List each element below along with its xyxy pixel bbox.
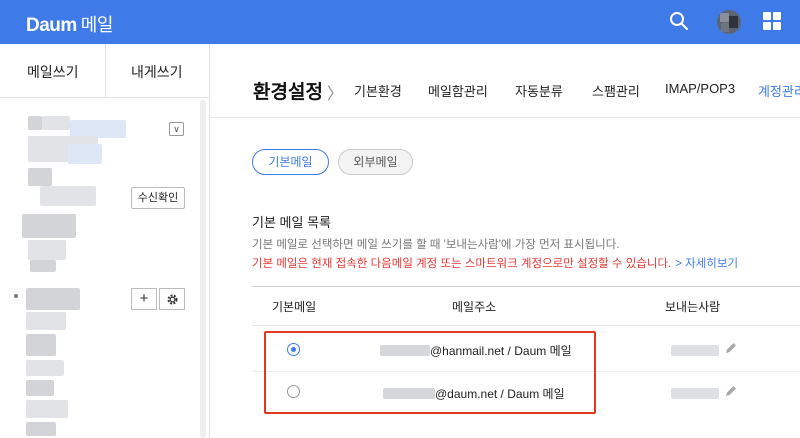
logo-service: 메일 <box>80 15 114 35</box>
compose-row: 메일쓰기 내게쓰기 <box>0 44 210 98</box>
tab-spam-management[interactable]: 스팸관리 <box>592 81 640 100</box>
add-folder-button[interactable]: + <box>131 288 157 310</box>
account-chevron-down-icon[interactable]: ∨ <box>169 122 184 136</box>
logo-text: Daum <box>26 15 77 36</box>
nav-divider <box>211 117 800 118</box>
warning-text: 기본 메일은 현재 접속한 다음메일 계정 또는 스마트워크 계정으로만 설정할… <box>252 258 672 270</box>
page-title: 환경설정 <box>253 82 323 103</box>
more-info-link[interactable]: > 자세히보기 <box>675 258 738 270</box>
apps-grid-icon[interactable] <box>763 12 781 30</box>
column-header-address: 메일주소 <box>452 300 497 314</box>
folder-settings-button[interactable] <box>159 288 185 310</box>
tab-basic-mail[interactable]: 기본메일 <box>252 149 329 175</box>
tab-external-mail[interactable]: 외부메일 <box>338 149 413 175</box>
pencil-icon[interactable] <box>724 384 738 398</box>
highlight-box <box>264 331 596 414</box>
section-description: 기본 메일로 선택하면 메일 쓰기를 할 때 '보내는사람'에 가장 먼저 표시… <box>252 239 620 251</box>
compose-button[interactable]: 메일쓰기 <box>27 62 79 82</box>
blurred-sender-name-2 <box>671 388 719 399</box>
gear-icon <box>166 294 178 305</box>
tab-mailbox-management[interactable]: 메일함관리 <box>428 81 488 100</box>
write-to-me-button[interactable]: 내게쓰기 <box>131 62 183 82</box>
breadcrumb-chevron-icon: 〉 <box>327 86 344 103</box>
column-header-sender: 보내는사람 <box>665 300 721 314</box>
tab-imap-pop3[interactable]: IMAP/POP3 <box>665 81 735 96</box>
compose-divider <box>105 44 106 98</box>
section-title: 기본 메일 목록 <box>252 215 331 230</box>
blurred-sender-name-1 <box>671 345 719 356</box>
tab-basic-settings[interactable]: 기본환경 <box>354 81 402 100</box>
search-icon[interactable] <box>669 11 689 31</box>
pencil-icon[interactable] <box>724 341 738 355</box>
sidebar-scrollbar[interactable] <box>200 100 206 438</box>
table-top-border <box>252 286 800 287</box>
section-warning: 기본 메일은 현재 접속한 다음메일 계정 또는 스마트워크 계정으로만 설정할… <box>252 255 738 271</box>
column-header-default: 기본메일 <box>272 300 317 314</box>
settings-main: 환경설정 〉 기본환경 메일함관리 자동분류 스팸관리 IMAP/POP3 계정… <box>211 44 800 438</box>
sidebar: 메일쓰기 내게쓰기 ∨ 수신확인 + <box>0 44 210 438</box>
avatar[interactable] <box>717 10 741 34</box>
table-header-divider <box>252 325 800 326</box>
tab-account-management[interactable]: 계정관리 <box>758 81 800 100</box>
tab-auto-sort[interactable]: 자동분류 <box>515 81 563 100</box>
read-receipt-button[interactable]: 수신확인 <box>131 187 185 209</box>
daum-mail-logo[interactable]: Daum 메일 <box>26 11 113 37</box>
top-bar: Daum 메일 <box>0 0 800 44</box>
